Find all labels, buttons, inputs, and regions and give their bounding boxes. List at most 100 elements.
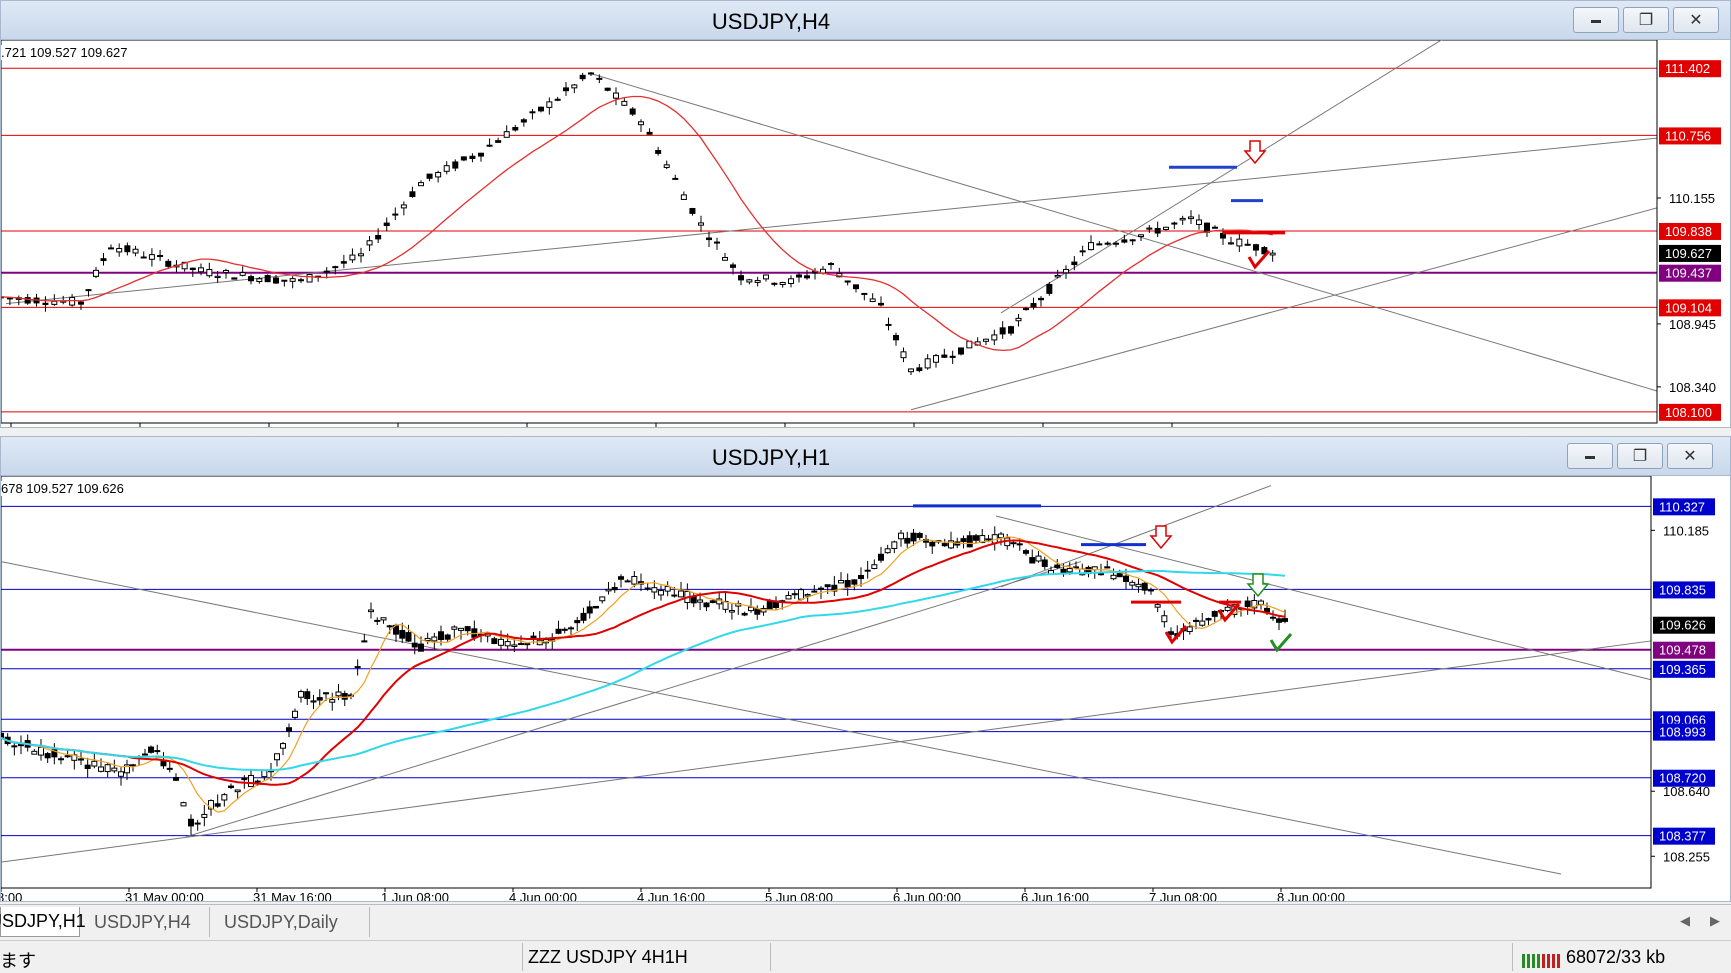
ohlc-readout: 678 109.527 109.626	[1, 481, 124, 496]
candle-body	[571, 84, 578, 89]
candle-body	[51, 300, 58, 305]
candle-body	[38, 746, 44, 756]
candle-body	[738, 275, 744, 281]
candle-body	[1270, 616, 1276, 619]
tab-label: USDJPY,H1	[0, 911, 86, 931]
axis-tick-label: 108.340	[1669, 380, 1716, 395]
time-label: 6 Jun 00:00	[893, 890, 961, 901]
candle-body	[340, 261, 347, 264]
candle-body	[611, 586, 618, 591]
tab-label: USDJPY,H4	[94, 911, 191, 932]
candle-body	[1104, 566, 1111, 569]
candle-body	[78, 301, 84, 305]
candle-body	[973, 535, 979, 541]
window-title: USDJPY,H1	[711, 445, 831, 470]
candle-body	[763, 274, 769, 280]
tab-usdjpy-h4[interactable]: USDJPY,H4	[80, 907, 210, 937]
candle-body	[1244, 243, 1251, 246]
close-button[interactable]: ✕	[1667, 443, 1713, 469]
price-label: 109.835	[1659, 582, 1706, 597]
candle-body	[42, 302, 49, 305]
candle-body	[824, 584, 831, 588]
tab-scroll-left-icon[interactable]: ◀	[1680, 913, 1690, 929]
restore-button[interactable]: ❐	[1617, 443, 1663, 469]
tab-scroll-right-icon[interactable]: ▶	[1710, 913, 1720, 929]
time-label: 16 May 16:00	[394, 425, 473, 428]
candle-body	[638, 121, 644, 126]
candle-body	[621, 100, 628, 106]
price-chart-h1[interactable]: 110.185108.640108.255110.327109.835109.6…	[1, 476, 1730, 901]
candle-body	[1129, 239, 1136, 242]
candle-body	[451, 626, 458, 630]
candle-body	[214, 803, 221, 807]
price-label: 108.993	[1659, 725, 1706, 740]
minimize-button[interactable]: ▬	[1567, 443, 1613, 469]
candle-body	[885, 323, 892, 326]
candle-body	[1138, 234, 1144, 238]
time-label: 6 Jun 16:00	[1021, 890, 1089, 901]
minimize-icon: ▬	[1585, 450, 1595, 462]
candle-body	[241, 777, 248, 781]
candle-body	[349, 254, 356, 261]
candle-body	[941, 543, 948, 547]
candle-body	[1276, 618, 1282, 623]
candle-body	[304, 691, 311, 700]
candle-body	[1066, 568, 1073, 573]
price-chart-h4[interactable]: 110.155 108.945 108.340 111.402 110.756 109.8…	[1, 40, 1730, 428]
candle-body	[91, 760, 98, 767]
candle-body	[306, 273, 313, 283]
window-titlebar[interactable]: USDJPY,H1 ▬ ❐ ✕	[1, 437, 1730, 476]
candle-body	[85, 289, 92, 292]
candle-body	[504, 641, 511, 647]
candle-body	[132, 248, 139, 254]
restore-button[interactable]: ❐	[1623, 7, 1669, 33]
candle-body	[754, 608, 761, 615]
close-button[interactable]: ✕	[1673, 7, 1719, 33]
plot-area	[1, 40, 1658, 424]
candle-body	[148, 254, 155, 260]
candle-body	[1258, 600, 1264, 605]
candle-body	[1023, 550, 1029, 554]
candle-body	[891, 541, 898, 549]
candle-body	[818, 587, 824, 590]
candle-body	[118, 771, 124, 777]
candle-body	[1046, 283, 1053, 294]
status-left-text: ます	[0, 951, 36, 971]
ohlc-readout: .721 109.527 109.627	[1, 45, 128, 60]
candle-body	[84, 764, 91, 770]
candle-body	[766, 600, 773, 610]
candle-body	[1186, 626, 1193, 633]
candle-body	[93, 269, 99, 277]
candle-body	[274, 753, 280, 761]
candle-body	[228, 785, 234, 789]
candle-body	[435, 171, 442, 178]
chart-window-h1[interactable]: USDJPY,H1 ▬ ❐ ✕ 110.185 108.640 108.255 110…	[0, 436, 1731, 902]
candle-body	[512, 127, 519, 131]
minimize-button[interactable]: ▬	[1573, 7, 1619, 33]
candle-body	[104, 764, 111, 773]
price-label: 109.627	[1665, 246, 1712, 261]
candle-body	[248, 774, 254, 787]
candle-body	[604, 87, 611, 91]
candle-body	[730, 264, 736, 268]
tab-usdjpy-daily[interactable]: USDJPY,Daily	[210, 907, 370, 937]
candle-body	[280, 743, 286, 749]
status-traffic: 68072/33 kb	[1566, 947, 1666, 967]
window-titlebar[interactable]: USDJPY,H4 ▬ ❐ ✕	[1, 1, 1730, 40]
candle-body	[663, 164, 670, 168]
candle-body	[286, 727, 292, 732]
candle-body	[798, 589, 804, 600]
candle-body	[443, 165, 450, 172]
candle-body	[498, 638, 504, 646]
chart-window-h4[interactable]: USDJPY,H4 ▬ ❐ ✕ 110.155 108.945 108.340 111…	[0, 0, 1731, 428]
candle-body	[1029, 557, 1036, 564]
candle-body	[844, 280, 851, 283]
tab-usdjpy-h1[interactable]: USDJPY,H1	[0, 907, 86, 937]
candle-body	[671, 594, 678, 597]
restore-icon: ❐	[1632, 448, 1648, 465]
candle-body	[1030, 303, 1037, 308]
time-label: 31 May 00:00	[910, 425, 989, 428]
candle-body	[1141, 582, 1148, 591]
time-label: 10 May 08:00	[136, 425, 215, 428]
candle-body	[469, 155, 476, 159]
